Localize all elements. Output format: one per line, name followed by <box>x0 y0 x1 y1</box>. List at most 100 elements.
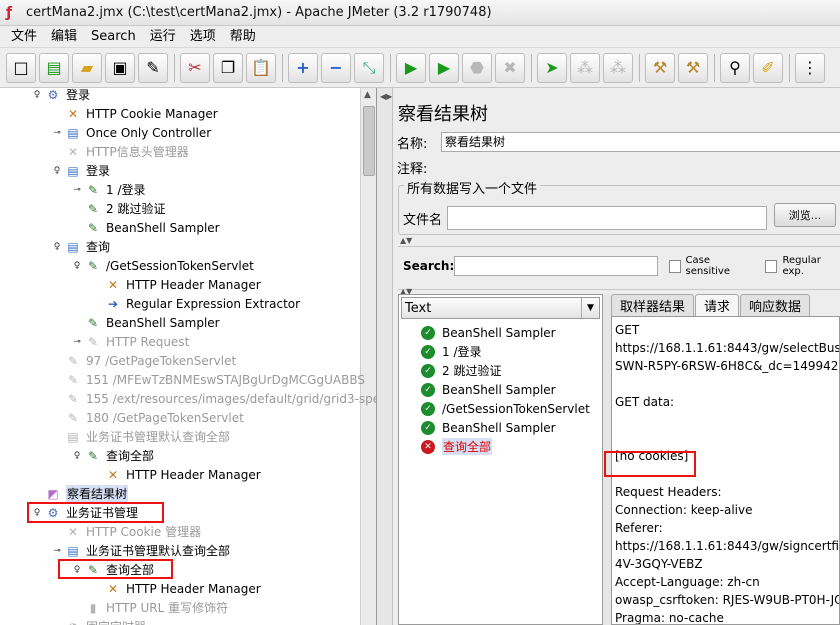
chevron-down-icon[interactable]: ▼ <box>581 298 599 318</box>
tree-node[interactable]: ✎ 2 跳过验证 <box>72 199 165 218</box>
save-as-icon[interactable]: ✎ <box>138 52 168 83</box>
main-splitter[interactable]: ◀▶ <box>377 88 393 625</box>
tree-node[interactable]: ✕ HTTP信息头管理器 <box>52 142 189 161</box>
comment-field[interactable] <box>441 157 840 177</box>
result-item[interactable]: ✓ 1 /登录 <box>421 342 482 361</box>
cut-icon[interactable]: ✂ <box>180 52 210 83</box>
tree-node[interactable]: ▮ HTTP URL 重写修饰符 <box>72 598 228 617</box>
collapse-icon[interactable]: − <box>321 52 351 83</box>
tree-node[interactable]: ✎ BeanShell Sampler <box>72 313 220 332</box>
tree-node[interactable]: ✎ 151 /MFEwTzBNMEswSTAJBgUrDgMCGgUABBS <box>52 370 365 389</box>
menu-options[interactable]: 选项 <box>183 27 223 47</box>
tree-collapsed-icon[interactable]: ⊸ <box>52 128 62 138</box>
result-item[interactable]: ✓ BeanShell Sampler <box>421 418 556 437</box>
tree-node[interactable]: ♀ ✎ /GetSessionTokenServlet <box>72 256 254 275</box>
tree-node[interactable]: ✎ 180 /GetPageTokenServlet <box>52 408 244 427</box>
case-sensitive-checkbox[interactable] <box>668 259 681 273</box>
tree-node[interactable]: ◔ 固定定时器 <box>52 617 146 625</box>
tree-node[interactable]: ✎ 155 /ext/resources/images/default/grid/… <box>52 389 377 408</box>
config-icon: ✕ <box>107 581 119 596</box>
tree-node[interactable]: ➔ Regular Expression Extractor <box>92 294 300 313</box>
regex-checkbox[interactable] <box>765 259 778 273</box>
clear-all-icon[interactable]: ⚒ <box>678 52 708 83</box>
tree-expanded-icon[interactable]: ♀ <box>72 261 82 271</box>
shutdown-icon[interactable]: ✖ <box>495 52 525 83</box>
tree-node[interactable]: ⊸ ✎ 1 /登录 <box>72 180 145 199</box>
menu-run[interactable]: 运行 <box>143 27 183 47</box>
remote-start-icon[interactable]: ➤ <box>537 52 567 83</box>
scrollbar-thumb[interactable] <box>363 106 375 176</box>
result-item[interactable]: ✓ /GetSessionTokenServlet <box>421 399 590 418</box>
tree-node[interactable]: ⊸ ▤ 业务证书管理默认查询全部 <box>52 541 230 560</box>
tree-node[interactable]: ✕ HTTP Header Manager <box>92 465 261 484</box>
menu-help[interactable]: 帮助 <box>223 27 263 47</box>
remote-shutdown-icon[interactable]: ⁂ <box>603 52 633 83</box>
result-item[interactable]: ✓ BeanShell Sampler <box>421 323 556 342</box>
new-icon[interactable]: □ <box>6 52 36 83</box>
tree-node-label: 155 /ext/resources/images/default/grid/g… <box>86 391 377 406</box>
tree-node[interactable]: ◩ 察看结果树 <box>32 484 129 503</box>
copy-icon[interactable]: ❐ <box>213 52 243 83</box>
tree-expanded-icon[interactable]: ♀ <box>32 90 42 100</box>
tree-node[interactable]: ▤ 业务证书管理默认查询全部 <box>52 427 230 446</box>
start-no-timers-icon[interactable]: ▶ <box>429 52 459 83</box>
result-item[interactable]: ✓ 2 跳过验证 <box>421 361 501 380</box>
tree-collapsed-icon[interactable]: ⊸ <box>72 337 82 347</box>
result-item[interactable]: ✓ BeanShell Sampler <box>421 380 556 399</box>
detail-tab[interactable]: 请求 <box>695 294 740 316</box>
tree-expanded-icon[interactable]: ♀ <box>52 242 62 252</box>
splitter-arrows-icon[interactable]: ◀▶ <box>380 92 392 101</box>
tree-node[interactable]: ♀ ✎ 查询全部 <box>72 446 154 465</box>
collapse-arrows-icon[interactable]: ▲▼ <box>400 236 412 245</box>
tree-collapsed-icon[interactable]: ⊸ <box>52 546 62 556</box>
tree-node[interactable]: ⊸ ▤ Once Only Controller <box>52 123 211 142</box>
start-icon[interactable]: ▶ <box>396 52 426 83</box>
tree-node[interactable]: ✎ BeanShell Sampler <box>72 218 220 237</box>
menu-file[interactable]: 文件 <box>4 27 44 47</box>
save-icon[interactable]: ▣ <box>105 52 135 83</box>
tree-node[interactable]: ✎ 97 /GetPageTokenServlet <box>52 351 236 370</box>
test-plan-tree[interactable]: ▲ ♀ ⚙ 登录 ✕ HTTP Cookie Manager ⊸ ▤ Once Only Co… <box>0 88 377 625</box>
tree-node-label: 151 /MFEwTzBNMEswSTAJBgUrDgMCGgUABBS <box>86 372 365 387</box>
detail-tab[interactable]: 取样器结果 <box>611 294 695 316</box>
tree-node[interactable]: ♀ ▤ 登录 <box>52 161 110 180</box>
sampler-icon: ✎ <box>87 182 99 197</box>
function-helper-icon[interactable]: ⋮ <box>795 52 825 83</box>
tree-node[interactable]: ✕ HTTP Cookie Manager <box>52 104 218 123</box>
search-input[interactable] <box>454 256 658 276</box>
renderer-select[interactable]: Text ▼ <box>401 297 600 319</box>
tree-node[interactable]: ♀ ▤ 查询 <box>52 237 110 256</box>
templates-icon[interactable]: ▤ <box>39 52 69 83</box>
tree-node[interactable]: ♀ ⚙ 登录 <box>32 88 90 104</box>
search-icon[interactable]: ⚲ <box>720 52 750 83</box>
sampler-icon: ✎ <box>87 334 99 349</box>
tree-node[interactable]: ✕ HTTP Header Manager <box>92 275 261 294</box>
detail-tab[interactable]: 响应数据 <box>740 294 811 316</box>
tree-scrollbar[interactable]: ▲ <box>360 88 376 625</box>
menu-search[interactable]: Search <box>84 27 143 47</box>
filename-field[interactable] <box>447 206 767 230</box>
tree-expanded-icon[interactable]: ♀ <box>52 166 62 176</box>
reset-search-icon[interactable]: ✐ <box>753 52 783 83</box>
tree-node-label: 97 /GetPageTokenServlet <box>86 353 237 368</box>
tree-collapsed-icon[interactable]: ⊸ <box>72 185 82 195</box>
stop-icon[interactable]: ⬣ <box>462 52 492 83</box>
expand-icon[interactable]: + <box>288 52 318 83</box>
clear-icon[interactable]: ⚒ <box>645 52 675 83</box>
tree-node[interactable]: ⊸ ✎ HTTP Request <box>72 332 189 351</box>
toggle-icon[interactable]: ⤡ <box>354 52 384 83</box>
menu-edit[interactable]: 编辑 <box>44 27 84 47</box>
tree-node[interactable]: ✕ HTTP Cookie 管理器 <box>52 522 201 541</box>
open-icon[interactable]: ▰ <box>72 52 102 83</box>
scroll-up-icon[interactable]: ▲ <box>364 90 371 100</box>
window-titlebar: ƒ certMana2.jmx (C:\test\certMana2.jmx) … <box>0 0 840 26</box>
highlight-thread-group <box>27 502 164 523</box>
paste-icon[interactable]: 📋 <box>246 52 276 83</box>
name-field[interactable]: 察看结果树 <box>441 132 840 152</box>
tree-expanded-icon[interactable]: ♀ <box>72 451 82 461</box>
remote-stop-icon[interactable]: ⁂ <box>570 52 600 83</box>
sampler-icon: ✎ <box>67 353 79 368</box>
tree-node[interactable]: ✕ HTTP Header Manager <box>92 579 261 598</box>
browse-button[interactable]: 浏览... <box>774 203 836 227</box>
result-item[interactable]: ✕ 查询全部 <box>421 437 493 456</box>
